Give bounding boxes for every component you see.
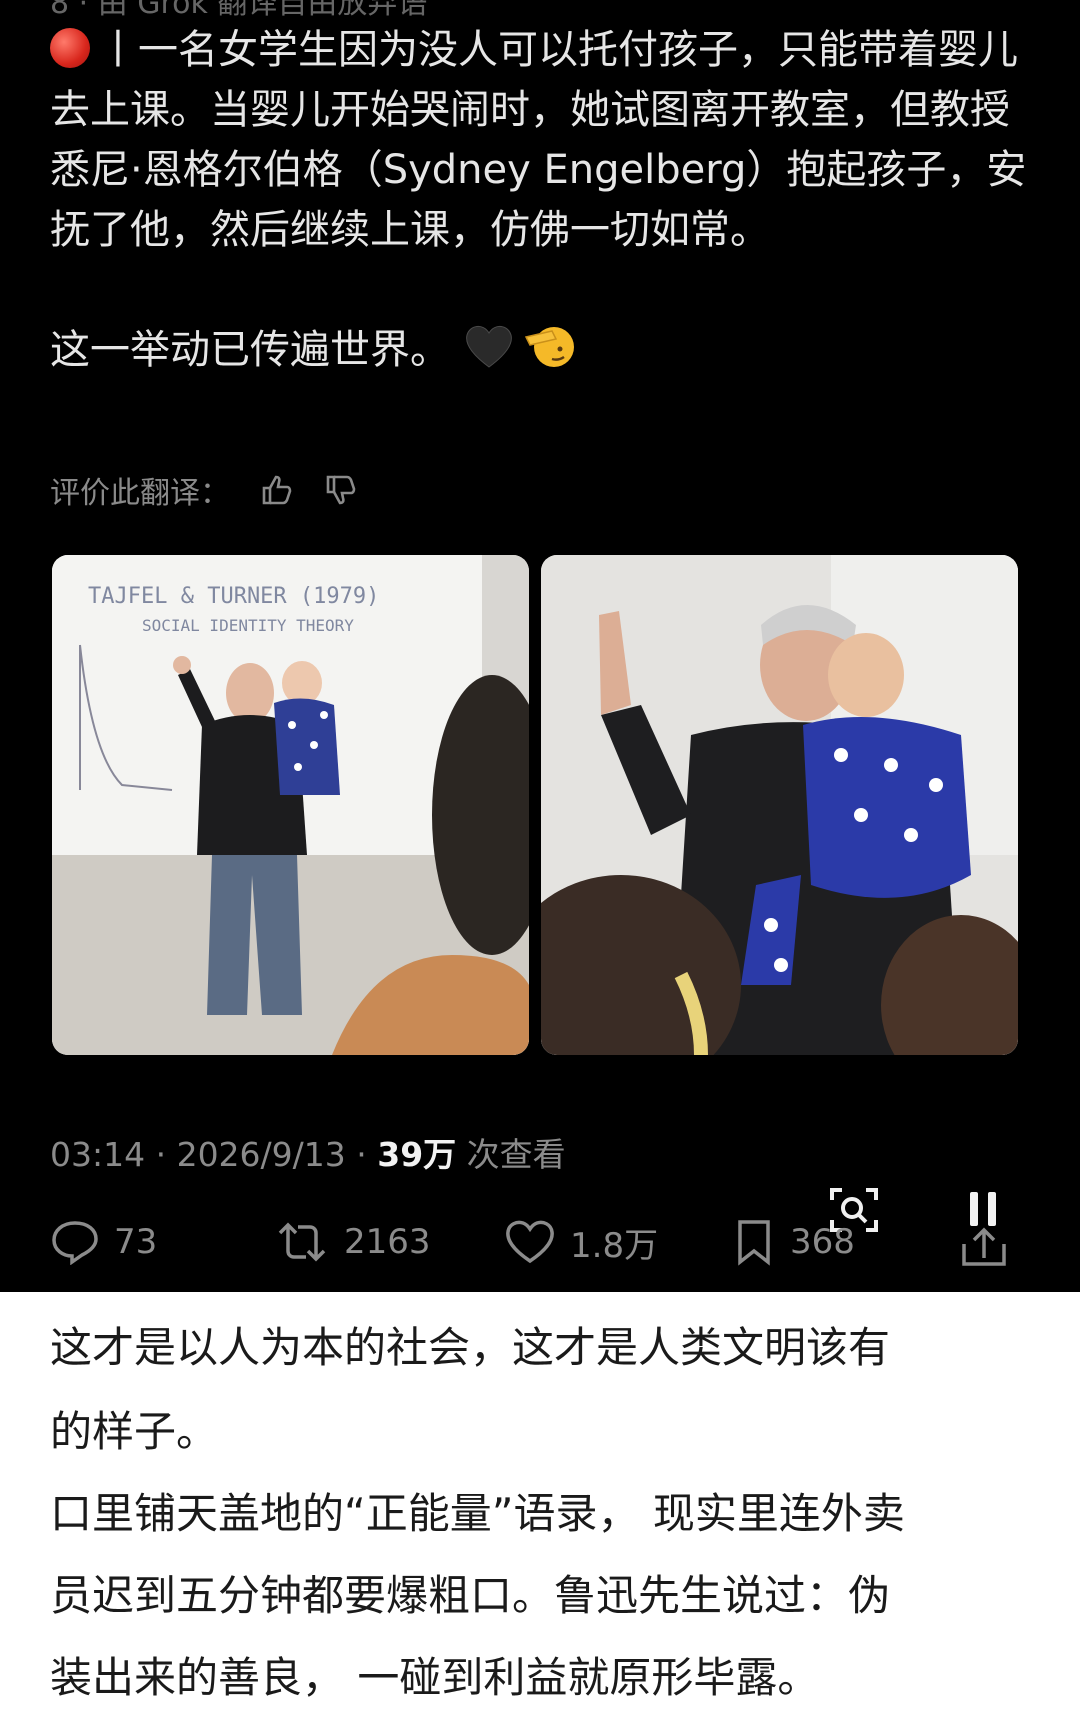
- share-icon[interactable]: [960, 1184, 1010, 1276]
- repost-count: 2163: [344, 1222, 431, 1262]
- black-heart-icon: [464, 323, 514, 386]
- photo-lecture-close[interactable]: [541, 555, 1018, 1055]
- translation-header: 8 · 由 Grok 翻译自由放弃语: [50, 0, 428, 21]
- tweet-meta: 03:14 · 2026/9/13 · 39万 次查看: [50, 1128, 566, 1176]
- tweet-timestamp: 03:14 · 2026/9/13 ·: [50, 1135, 378, 1174]
- comment-line-2: 的样子。: [50, 1407, 219, 1456]
- like-button[interactable]: 1.8万: [504, 1212, 658, 1272]
- comment-line-3: 口里铺天盖地的“正能量”语录， 现实里连外卖: [50, 1489, 905, 1538]
- comment-line-5: 装出来的善良， 一碰到利益就原形毕露。: [50, 1653, 820, 1702]
- reply-button[interactable]: 73: [50, 1212, 157, 1272]
- comment-line-4: 员迟到五分钟都要爆粗口。鲁迅先生说过：伪: [50, 1571, 891, 1620]
- thumbs-up-icon[interactable]: [260, 473, 294, 507]
- tweet-paragraph-2: 这一举动已传遍世界。: [50, 320, 1040, 386]
- reply-icon: [52, 1221, 98, 1265]
- bookmark-button[interactable]: 368: [732, 1212, 855, 1272]
- bookmark-icon: [738, 1220, 770, 1266]
- red-circle-icon: [50, 28, 90, 68]
- tweet-views-count: 39万: [377, 1135, 457, 1174]
- whiteboard-text-2: SOCIAL IDENTITY THEORY: [142, 616, 354, 635]
- repost-button[interactable]: 2163: [274, 1212, 431, 1272]
- bookmark-count: 368: [790, 1222, 855, 1262]
- repost-icon: [278, 1222, 326, 1262]
- tweet-actions: 73 2163 1.8万 368: [50, 1212, 1020, 1272]
- rate-translation-row: 评价此翻译：: [50, 470, 358, 511]
- whiteboard-text-1: TAJFEL & TURNER (1979): [88, 584, 379, 609]
- saluting-face-icon: [522, 323, 576, 386]
- tweet-card: 8 · 由 Grok 翻译自由放弃语 丨一名女学生因为没人可以托付孩子，只能带着…: [0, 0, 1080, 1292]
- tweet-text-second: 这一举动已传遍世界。: [50, 327, 450, 373]
- comment-line-1: 这才是以人为本的社会，这才是人类文明该有: [50, 1323, 891, 1372]
- like-count: 1.8万: [570, 1225, 659, 1266]
- thumbs-down-icon[interactable]: [324, 473, 358, 507]
- reply-count: 73: [114, 1222, 158, 1262]
- heart-icon: [506, 1220, 554, 1264]
- tweet-text: 丨一名女学生因为没人可以托付孩子，只能带着婴儿去上课。当婴儿开始哭闹时，她试图离…: [50, 20, 1040, 386]
- tweet-text-main: 丨一名女学生因为没人可以托付孩子，只能带着婴儿去上课。当婴儿开始哭闹时，她试图离…: [50, 27, 1027, 253]
- comment-card: 这才是以人为本的社会，这才是人类文明该有 的样子。 口里铺天盖地的“正能量”语录…: [0, 1292, 1080, 1722]
- rate-translation-label: 评价此翻译：: [50, 476, 230, 511]
- photo-lecture-wide[interactable]: TAJFEL & TURNER (1979) SOCIAL IDENTITY T…: [52, 555, 529, 1055]
- tweet-paragraph-1: 丨一名女学生因为没人可以托付孩子，只能带着婴儿去上课。当婴儿开始哭闹时，她试图离…: [50, 20, 1040, 260]
- tweet-photos: TAJFEL & TURNER (1979) SOCIAL IDENTITY T…: [52, 555, 1018, 1055]
- tweet-views-label: 次查看: [456, 1135, 566, 1174]
